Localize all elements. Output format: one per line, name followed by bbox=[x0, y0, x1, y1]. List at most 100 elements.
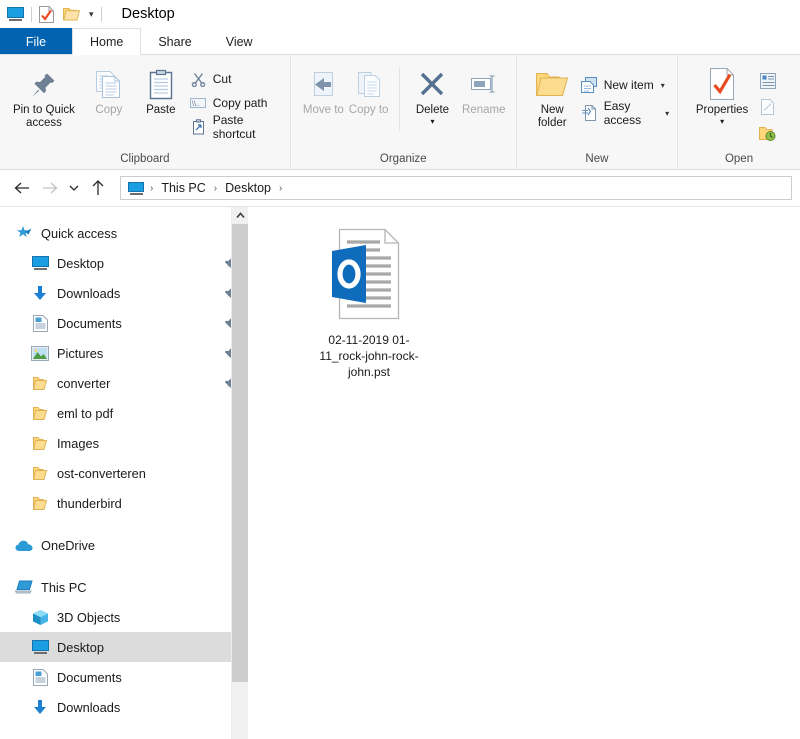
recent-locations-button[interactable] bbox=[64, 174, 84, 202]
scrollbar-thumb[interactable] bbox=[232, 224, 248, 682]
copy-button[interactable]: Copy bbox=[83, 61, 135, 117]
sidebar-item-thunderbird[interactable]: thunderbird bbox=[0, 488, 248, 518]
breadcrumb[interactable]: › This PC › Desktop › bbox=[120, 176, 792, 200]
properties-caret[interactable]: ▾ bbox=[720, 118, 724, 126]
copy-to-label: Copy to bbox=[348, 104, 389, 116]
svg-text:\\..: \\.. bbox=[192, 101, 200, 108]
copy-path-label: Copy path bbox=[212, 96, 268, 110]
delete-label: Delete bbox=[415, 104, 450, 116]
sidebar-item-images[interactable]: Images bbox=[0, 428, 248, 458]
properties-label: Properties bbox=[695, 104, 749, 116]
nav-header-quick-access[interactable]: Quick access bbox=[0, 218, 248, 248]
sidebar-item-downloads-qa[interactable]: Downloads bbox=[0, 278, 248, 308]
navpane-scrollbar[interactable] bbox=[231, 207, 248, 739]
tab-view[interactable]: View bbox=[209, 28, 270, 55]
move-to-button[interactable]: Move to bbox=[301, 61, 346, 117]
sidebar-item-this-pc[interactable]: This PC bbox=[0, 572, 248, 602]
new-small-commands: New item ▾ Easy access ▾ bbox=[578, 61, 672, 127]
title-bar: ▾ Desktop bbox=[0, 0, 800, 28]
breadcrumb-this-pc[interactable]: This PC bbox=[156, 181, 210, 195]
forward-button[interactable] bbox=[36, 174, 64, 202]
edit-button[interactable] bbox=[756, 97, 779, 117]
easy-access-label: Easy access bbox=[603, 99, 642, 127]
breadcrumb-separator-2[interactable]: › bbox=[277, 183, 284, 194]
properties-check-icon[interactable] bbox=[39, 5, 54, 23]
pin-icon bbox=[29, 67, 59, 101]
sidebar-item-desktop-thispc[interactable]: Desktop bbox=[0, 632, 248, 662]
outlook-pst-icon bbox=[328, 225, 410, 323]
new-folder-label: New folder bbox=[537, 104, 567, 129]
sidebar-item-label: Documents bbox=[57, 669, 122, 685]
cut-label: Cut bbox=[212, 72, 232, 86]
back-button[interactable] bbox=[8, 174, 36, 202]
copy-path-icon: \\.. bbox=[190, 95, 207, 112]
new-item-button[interactable]: New item ▾ bbox=[578, 75, 672, 95]
open-group-label: Open bbox=[724, 153, 754, 165]
sidebar-item-ost-converteren[interactable]: ost-converteren bbox=[0, 458, 248, 488]
pictures-icon bbox=[30, 344, 50, 362]
new-folder-icon[interactable] bbox=[63, 7, 80, 21]
pin-to-quick-access-label: Pin to Quick access bbox=[12, 104, 75, 129]
breadcrumb-separator-1[interactable]: › bbox=[212, 183, 219, 194]
sidebar-item-downloads-thispc[interactable]: Downloads bbox=[0, 692, 248, 722]
delete-caret[interactable]: ▾ bbox=[430, 118, 434, 126]
breadcrumb-monitor-icon bbox=[128, 181, 144, 195]
sidebar-item-pictures-qa[interactable]: Pictures bbox=[0, 338, 248, 368]
tab-home[interactable]: Home bbox=[72, 28, 142, 55]
copy-path-button[interactable]: \\.. Copy path bbox=[187, 93, 285, 113]
rename-button[interactable]: Rename bbox=[457, 61, 511, 117]
delete-button[interactable]: Delete ▾ bbox=[408, 61, 457, 126]
up-button[interactable] bbox=[84, 174, 112, 202]
paste-shortcut-label: Paste shortcut bbox=[212, 113, 256, 141]
delete-x-icon bbox=[418, 67, 446, 101]
scroll-up-arrow-icon[interactable] bbox=[232, 207, 248, 224]
copy-icon bbox=[94, 67, 124, 101]
cloud-icon bbox=[14, 536, 34, 554]
easy-access-button[interactable]: Easy access ▾ bbox=[578, 99, 672, 127]
sidebar-item-label: Desktop bbox=[57, 255, 104, 271]
sidebar-item-label: 3D Objects bbox=[57, 609, 121, 625]
monitor-icon bbox=[30, 638, 50, 656]
customize-quick-access-caret[interactable]: ▾ bbox=[89, 9, 94, 19]
new-folder-button[interactable]: New folder bbox=[527, 61, 578, 130]
new-item-caret[interactable]: ▾ bbox=[661, 81, 665, 90]
breadcrumb-desktop[interactable]: Desktop bbox=[220, 181, 276, 195]
clipboard-small-commands: Cut \\.. Copy path Paste shortcut bbox=[187, 61, 285, 141]
file-list-pane[interactable]: 02-11-2019 01-11_rock-john-rock-john.pst bbox=[248, 207, 800, 739]
sidebar-item-desktop-qa[interactable]: Desktop bbox=[0, 248, 248, 278]
address-bar: › This PC › Desktop › bbox=[0, 170, 800, 207]
move-to-label: Move to bbox=[302, 104, 344, 116]
clipboard-group-label: Clipboard bbox=[120, 153, 170, 165]
tab-file[interactable]: File bbox=[0, 28, 72, 55]
explorer-body: Quick access Desktop Downloads Documents… bbox=[0, 207, 800, 739]
open-small-commands bbox=[756, 61, 779, 143]
sidebar-item-documents-thispc[interactable]: Documents bbox=[0, 662, 248, 692]
star-pin-icon bbox=[14, 224, 34, 242]
ribbon: Pin to Quick access Copy Paste Cut \\.. … bbox=[0, 55, 800, 170]
3d-objects-icon bbox=[30, 608, 50, 626]
paste-button[interactable]: Paste bbox=[135, 61, 187, 117]
new-group-label: New bbox=[585, 153, 609, 165]
easy-access-caret[interactable]: ▾ bbox=[665, 109, 669, 118]
history-button[interactable] bbox=[756, 123, 779, 143]
sidebar-item-label: thunderbird bbox=[57, 495, 122, 511]
move-to-icon bbox=[308, 67, 338, 101]
pin-to-quick-access-button[interactable]: Pin to Quick access bbox=[5, 61, 83, 130]
documents-icon bbox=[30, 314, 50, 332]
new-folder-icon bbox=[535, 67, 569, 101]
cut-button[interactable]: Cut bbox=[187, 69, 285, 89]
open-with-button[interactable] bbox=[756, 71, 779, 91]
sidebar-item-eml-to-pdf[interactable]: eml to pdf bbox=[0, 398, 248, 428]
sidebar-item-onedrive[interactable]: OneDrive bbox=[0, 530, 248, 560]
sidebar-item-documents-qa[interactable]: Documents bbox=[0, 308, 248, 338]
copy-to-button[interactable]: Copy to bbox=[346, 61, 391, 117]
tab-share[interactable]: Share bbox=[141, 28, 208, 55]
sidebar-item-3d-objects[interactable]: 3D Objects bbox=[0, 602, 248, 632]
properties-button[interactable]: Properties ▾ bbox=[688, 61, 756, 126]
paste-shortcut-button[interactable]: Paste shortcut bbox=[187, 113, 285, 141]
properties-check-icon bbox=[707, 67, 737, 101]
this-pc-icon bbox=[14, 578, 34, 596]
sidebar-item-converter[interactable]: converter bbox=[0, 368, 248, 398]
organize-divider bbox=[399, 67, 401, 131]
file-item[interactable]: 02-11-2019 01-11_rock-john-rock-john.pst bbox=[308, 225, 430, 380]
